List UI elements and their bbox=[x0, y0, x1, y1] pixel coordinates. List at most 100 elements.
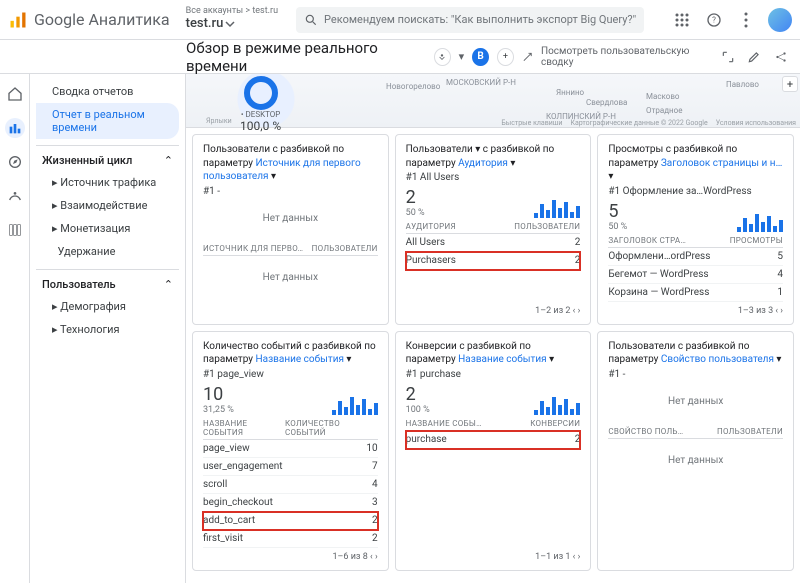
card-pagination[interactable]: 1–2 из 2 ‹ › bbox=[406, 302, 581, 316]
map-zoom-in-button[interactable]: + bbox=[782, 76, 798, 92]
sidebar-item-demographics[interactable]: ▸ Демография bbox=[36, 295, 179, 318]
report-main: • DESKTOP 100,0 % Новогорелово МОСКОВСКИ… bbox=[186, 74, 800, 583]
no-data-label: Нет данных bbox=[608, 380, 783, 423]
avatar[interactable] bbox=[768, 8, 792, 32]
sidebar-item-retention[interactable]: Удержание bbox=[36, 240, 179, 263]
table-header: СВОЙСТВО ПОЛЬ…ПОЛЬЗОВАТЕЛИ bbox=[608, 423, 783, 439]
table-row[interactable]: Purchasers2 bbox=[406, 252, 581, 270]
brand-logo[interactable]: Google Аналитика bbox=[8, 10, 170, 30]
card-subtitle: #1 - bbox=[608, 369, 783, 380]
user-summary-link[interactable]: Посмотреть пользовательскую сводку bbox=[541, 46, 711, 68]
table-row[interactable]: page_view10 bbox=[203, 440, 378, 458]
dropdown-chip[interactable] bbox=[434, 48, 451, 66]
card-title: Количество событий с разбивкой по параме… bbox=[203, 340, 378, 367]
share-icon[interactable] bbox=[772, 47, 791, 67]
fullscreen-icon[interactable] bbox=[719, 47, 738, 67]
card-subtitle: #1 purchase bbox=[406, 369, 581, 380]
card-title: Конверсии с разбивкой по параметру Назва… bbox=[406, 340, 581, 367]
table-row[interactable]: purchase2 bbox=[406, 431, 581, 449]
card-pagination[interactable]: 1–6 из 8 ‹ › bbox=[203, 548, 378, 562]
card-pagination[interactable]: 1–3 из 3 ‹ › bbox=[608, 302, 783, 316]
property-name: test.ru bbox=[186, 17, 224, 31]
rail-home-icon[interactable] bbox=[5, 84, 25, 104]
table-header: НАЗВАНИЕ СОБЫ…КОНВЕРСИИ bbox=[406, 415, 581, 431]
card-percent: 31,25 % bbox=[203, 405, 234, 415]
card-title: Пользователи с разбивкой по параметру Св… bbox=[608, 340, 783, 367]
card-title: Пользователи ▾ с разбивкой по параметру … bbox=[406, 143, 581, 170]
report-card: Пользователи с разбивкой по параметру Св… bbox=[597, 331, 794, 571]
compare-chip[interactable]: B bbox=[472, 48, 489, 66]
help-icon[interactable]: ? bbox=[704, 10, 724, 30]
no-data-label: Нет данных bbox=[203, 256, 378, 299]
sidebar-section-lifecycle[interactable]: Жизненный цикл⌃ bbox=[36, 145, 179, 171]
property-selector[interactable]: Все аккаунты > test.ru test.ru bbox=[186, 7, 278, 31]
spark-bars bbox=[332, 395, 378, 415]
card-subtitle: #1 page_view bbox=[203, 369, 378, 380]
brand-text: Аналитика bbox=[88, 10, 169, 29]
spark-bars bbox=[737, 212, 783, 232]
no-data-label: Нет данных bbox=[203, 197, 378, 240]
page-subheader: Обзор в режиме реального времени ▾ B + П… bbox=[0, 40, 800, 74]
page-title: Обзор в режиме реального времени bbox=[186, 39, 426, 75]
report-card: Количество событий с разбивкой по параме… bbox=[192, 331, 389, 571]
chevron-up-icon: ⌃ bbox=[164, 154, 173, 167]
card-percent: 50 % bbox=[608, 222, 627, 232]
nav-rail bbox=[0, 74, 30, 583]
edit-icon[interactable] bbox=[745, 47, 764, 67]
analytics-icon bbox=[8, 10, 28, 30]
search-placeholder: Рекомендуем поискать: "Как выполнить экс… bbox=[324, 13, 636, 26]
card-subtitle: #1 Оформление за…WordPress bbox=[608, 186, 783, 197]
sidebar-item-monetization[interactable]: ▸ Монетизация bbox=[36, 217, 179, 240]
svg-text:?: ? bbox=[712, 15, 716, 24]
map-strip[interactable]: • DESKTOP 100,0 % Новогорелово МОСКОВСКИ… bbox=[186, 74, 800, 128]
report-card: Просмотры с разбивкой по параметру Загол… bbox=[597, 134, 794, 325]
search-icon bbox=[304, 13, 318, 27]
sidebar-item-traffic[interactable]: ▸ Источник трафика bbox=[36, 171, 179, 194]
rail-library-icon[interactable] bbox=[5, 220, 25, 240]
table-row[interactable]: begin_checkout3 bbox=[203, 494, 378, 512]
add-comparison-button[interactable]: + bbox=[497, 48, 514, 66]
no-data-label: Нет данных bbox=[608, 439, 783, 482]
cards-grid: Пользователи с разбивкой по параметру Ис… bbox=[186, 128, 800, 577]
card-subtitle: #1 All Users bbox=[406, 172, 581, 183]
kebab-icon[interactable] bbox=[736, 10, 756, 30]
rail-explore-icon[interactable] bbox=[5, 152, 25, 172]
card-percent: 100 % bbox=[406, 405, 430, 415]
card-metric: 2 bbox=[406, 384, 430, 405]
table-row[interactable]: Бегемот — WordPress4 bbox=[608, 266, 783, 284]
wand-icon bbox=[522, 51, 533, 63]
card-metric: 10 bbox=[203, 384, 234, 405]
sidebar-item-tech[interactable]: ▸ Технология bbox=[36, 318, 179, 341]
map-scale-label: Ярлыки bbox=[206, 117, 232, 125]
sidebar-item-engagement[interactable]: ▸ Взаимодействие bbox=[36, 194, 179, 217]
chevron-up-icon: ⌃ bbox=[164, 278, 173, 291]
report-card: Пользователи с разбивкой по параметру Ис… bbox=[192, 134, 389, 325]
card-metric: 5 bbox=[608, 201, 627, 222]
report-sidebar: Сводка отчетов Отчет в реальном времени … bbox=[30, 74, 186, 583]
table-header: НАЗВАНИЕ СОБЫТИЯКОЛИЧЕСТВО СОБЫТИЙ bbox=[203, 415, 378, 440]
card-pagination[interactable]: 1–1 из 1 ‹ › bbox=[406, 548, 581, 562]
table-row[interactable]: Корзина — WordPress1 bbox=[608, 284, 783, 302]
app-header: Google Аналитика Все аккаунты > test.ru … bbox=[0, 0, 800, 40]
sidebar-section-user[interactable]: Пользователь⌃ bbox=[36, 269, 179, 295]
card-subtitle: #1 - bbox=[203, 186, 378, 197]
search-input[interactable]: Рекомендуем поискать: "Как выполнить экс… bbox=[296, 7, 644, 33]
card-title: Просмотры с разбивкой по параметру Загол… bbox=[608, 143, 783, 184]
table-row[interactable]: scroll4 bbox=[203, 476, 378, 494]
sidebar-realtime[interactable]: Отчет в реальном времени bbox=[36, 103, 179, 139]
rail-ads-icon[interactable] bbox=[5, 186, 25, 206]
rail-reports-icon[interactable] bbox=[5, 118, 25, 138]
apps-icon[interactable] bbox=[672, 10, 692, 30]
card-percent: 50 % bbox=[406, 208, 425, 218]
map-attribution: Быстрые клавишиКартографические данные ©… bbox=[501, 119, 796, 127]
table-row[interactable]: All Users2 bbox=[406, 234, 581, 252]
sidebar-summary[interactable]: Сводка отчетов bbox=[36, 80, 179, 103]
table-row[interactable]: Оформлени…ordPress5 bbox=[608, 248, 783, 266]
chevron-down-icon bbox=[225, 19, 235, 29]
table-row[interactable]: add_to_cart2 bbox=[203, 512, 378, 530]
table-row[interactable]: first_visit2 bbox=[203, 530, 378, 548]
table-row[interactable]: user_engagement7 bbox=[203, 458, 378, 476]
report-card: Конверсии с разбивкой по параметру Назва… bbox=[395, 331, 592, 571]
card-metric: 2 bbox=[406, 187, 425, 208]
report-card: Пользователи ▾ с разбивкой по параметру … bbox=[395, 134, 592, 325]
